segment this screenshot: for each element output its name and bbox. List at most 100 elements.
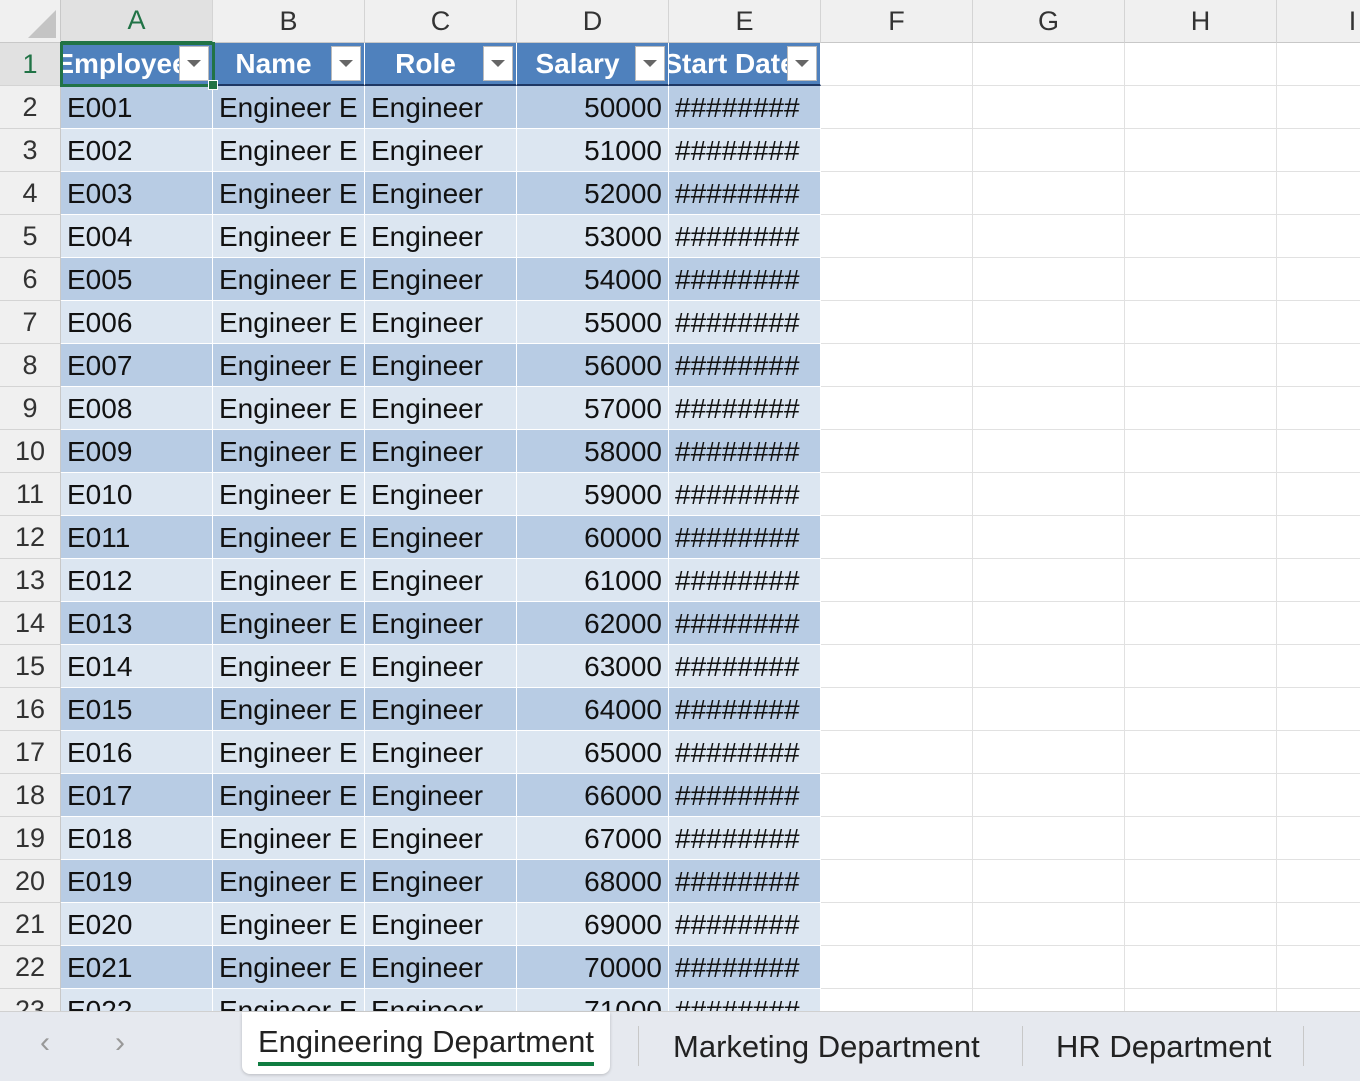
row-header[interactable]: 3 [0,129,61,172]
table-cell[interactable]: ######## [669,516,821,559]
tab-hr-department[interactable]: HR Department [1040,1016,1287,1078]
empty-cell[interactable] [1277,344,1360,387]
table-header-cell[interactable]: Role [365,43,517,86]
empty-cell[interactable] [821,516,973,559]
table-cell[interactable]: Engineer E [213,215,365,258]
next-sheet-icon[interactable]: › [115,1026,125,1060]
table-cell[interactable]: Engineer [365,430,517,473]
row-header[interactable]: 5 [0,215,61,258]
table-cell[interactable]: ######## [669,731,821,774]
empty-cell[interactable] [1125,860,1277,903]
table-cell[interactable]: E022 [61,989,213,1011]
row-header[interactable]: 22 [0,946,61,989]
empty-cell[interactable] [1277,129,1360,172]
empty-cell[interactable] [973,817,1125,860]
empty-cell[interactable] [821,258,973,301]
table-cell[interactable]: E014 [61,645,213,688]
table-cell[interactable]: Engineer E [213,172,365,215]
empty-cell[interactable] [1277,602,1360,645]
spreadsheet-grid[interactable]: A B C D E F G H I 1 2 3 4 5 6 7 8 9 10 11 12 13 14 15 16 17 18 19 20… [0,0,1360,1011]
table-cell[interactable]: E006 [61,301,213,344]
table-cell[interactable]: ######## [669,989,821,1011]
empty-cell[interactable] [821,946,973,989]
row-header[interactable]: 23 [0,989,61,1011]
empty-cell[interactable] [1277,903,1360,946]
table-cell[interactable]: E002 [61,129,213,172]
empty-cell[interactable] [1125,989,1277,1011]
empty-cell[interactable] [821,473,973,516]
table-header-cell[interactable]: Start Date [669,43,821,86]
table-cell[interactable]: Engineer E [213,645,365,688]
empty-cell[interactable] [1125,258,1277,301]
filter-dropdown-icon[interactable] [483,46,513,81]
empty-cell[interactable] [1277,688,1360,731]
empty-cell[interactable] [821,731,973,774]
table-cell[interactable]: E016 [61,731,213,774]
empty-cell[interactable] [973,516,1125,559]
filter-dropdown-icon[interactable] [787,46,817,81]
table-cell[interactable]: E004 [61,215,213,258]
empty-cell[interactable] [1125,387,1277,430]
empty-cell[interactable] [973,903,1125,946]
empty-cell[interactable] [1277,258,1360,301]
filter-dropdown-icon[interactable] [635,46,665,81]
empty-cell[interactable] [1277,731,1360,774]
table-cell[interactable]: ######## [669,688,821,731]
empty-cell[interactable] [1125,86,1277,129]
empty-cell[interactable] [1277,43,1360,86]
table-cell[interactable]: Engineer E [213,559,365,602]
empty-cell[interactable] [821,344,973,387]
table-cell[interactable]: Engineer [365,473,517,516]
empty-cell[interactable] [973,387,1125,430]
row-header[interactable]: 9 [0,387,61,430]
table-cell[interactable]: 70000 [517,946,669,989]
table-cell[interactable]: Engineer [365,258,517,301]
table-cell[interactable]: 57000 [517,387,669,430]
empty-cell[interactable] [973,645,1125,688]
empty-cell[interactable] [973,946,1125,989]
empty-cell[interactable] [1125,172,1277,215]
empty-cell[interactable] [821,215,973,258]
empty-cell[interactable] [1125,559,1277,602]
table-cell[interactable]: Engineer [365,946,517,989]
row-header[interactable]: 19 [0,817,61,860]
table-cell[interactable]: 71000 [517,989,669,1011]
empty-cell[interactable] [1125,731,1277,774]
empty-cell[interactable] [821,645,973,688]
table-cell[interactable]: E019 [61,860,213,903]
table-cell[interactable]: Engineer [365,344,517,387]
empty-cell[interactable] [973,129,1125,172]
row-header[interactable]: 4 [0,172,61,215]
table-cell[interactable]: ######## [669,387,821,430]
row-header[interactable]: 8 [0,344,61,387]
column-header-d[interactable]: D [517,0,669,43]
empty-cell[interactable] [821,86,973,129]
table-cell[interactable]: 53000 [517,215,669,258]
row-header[interactable]: 13 [0,559,61,602]
empty-cell[interactable] [973,172,1125,215]
table-cell[interactable]: Engineer E [213,774,365,817]
table-cell[interactable]: 64000 [517,688,669,731]
table-cell[interactable]: Engineer [365,989,517,1011]
table-cell[interactable]: ######## [669,645,821,688]
empty-cell[interactable] [821,817,973,860]
empty-cell[interactable] [1125,129,1277,172]
table-cell[interactable]: Engineer [365,301,517,344]
empty-cell[interactable] [1277,559,1360,602]
tab-marketing-department[interactable]: Marketing Department [657,1016,996,1078]
table-cell[interactable]: 65000 [517,731,669,774]
table-cell[interactable]: Engineer E [213,989,365,1011]
row-header[interactable]: 16 [0,688,61,731]
table-cell[interactable]: 51000 [517,129,669,172]
table-cell[interactable]: ######## [669,946,821,989]
row-header[interactable]: 20 [0,860,61,903]
empty-cell[interactable] [1125,688,1277,731]
table-cell[interactable]: Engineer E [213,301,365,344]
table-cell[interactable]: E007 [61,344,213,387]
table-cell[interactable]: E012 [61,559,213,602]
empty-cell[interactable] [821,903,973,946]
table-cell[interactable]: Engineer [365,774,517,817]
table-cell[interactable]: 50000 [517,86,669,129]
table-cell[interactable]: Engineer [365,387,517,430]
empty-cell[interactable] [973,430,1125,473]
